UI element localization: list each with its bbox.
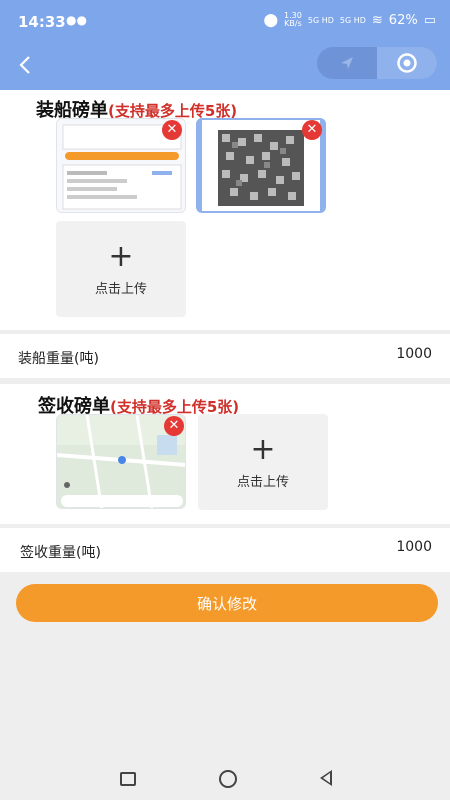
status-bar: 14:33 ●● ⬤ 1.30 KB/s 5G HD 5G HD ≋ 62% ▭	[0, 0, 450, 44]
receipt-weighbill-card: 签收磅单(支持最多上传5张) ✕ + 点击上传	[0, 384, 450, 524]
close-icon: ✕	[166, 122, 178, 137]
delete-receipt-image-1-button[interactable]: ✕	[164, 416, 184, 436]
status-right: ⬤ 1.30 KB/s 5G HD 5G HD ≋ 62% ▭	[263, 12, 436, 28]
wifi-icon: ≋	[371, 12, 383, 28]
upload-label: 点击上传	[236, 474, 289, 490]
capsule-more-button[interactable]	[317, 47, 377, 79]
battery-icon: ▭	[423, 12, 436, 28]
confirm-modify-button[interactable]: 确认修改	[16, 584, 438, 622]
mini-program-capsule	[317, 47, 437, 79]
back-button[interactable]	[10, 52, 40, 82]
home-icon[interactable]	[219, 770, 237, 788]
net-speed: 1.30 KB/s	[284, 12, 302, 28]
app-header	[0, 44, 450, 90]
target-icon	[397, 53, 417, 73]
loading-upload-button[interactable]: + 点击上传	[56, 221, 186, 317]
loading-weight-value[interactable]: 1000	[396, 346, 432, 362]
sim1-signal: 5G HD	[307, 15, 334, 25]
chevron-left-icon	[19, 56, 30, 74]
upload-label: 点击上传	[94, 281, 147, 297]
capsule-close-button[interactable]	[377, 47, 437, 79]
status-time: 14:33	[18, 13, 66, 31]
battery-percent: 62%	[388, 12, 418, 28]
plus-icon: +	[250, 431, 276, 467]
sim2-signal: 5G HD	[339, 15, 366, 25]
receipt-weight-label: 签收重量(吨)	[20, 545, 101, 561]
receipt-upload-button[interactable]: + 点击上传	[198, 414, 328, 510]
recent-apps-icon[interactable]	[120, 772, 136, 786]
close-icon: ✕	[306, 122, 318, 137]
wechat-icon: ●●	[66, 13, 87, 27]
back-triangle-icon[interactable]	[320, 770, 332, 786]
net-speed-unit: KB/s	[284, 19, 302, 28]
close-icon: ✕	[168, 418, 180, 433]
location-icon: ⬤	[263, 12, 279, 28]
loading-weight-row: 装船重量(吨) 1000	[0, 334, 450, 378]
loading-weight-label: 装船重量(吨)	[18, 351, 99, 367]
receipt-weight-value[interactable]: 1000	[396, 539, 432, 555]
plus-icon: +	[108, 238, 134, 274]
loading-weighbill-card: 装船磅单(支持最多上传5张) ✕ ✕ + 点击上传	[0, 90, 450, 330]
delete-image-2-button[interactable]: ✕	[302, 120, 322, 140]
system-nav-bar	[0, 750, 450, 800]
receipt-weight-row: 签收重量(吨) 1000	[0, 528, 450, 572]
send-icon	[341, 57, 353, 69]
delete-image-1-button[interactable]: ✕	[162, 120, 182, 140]
